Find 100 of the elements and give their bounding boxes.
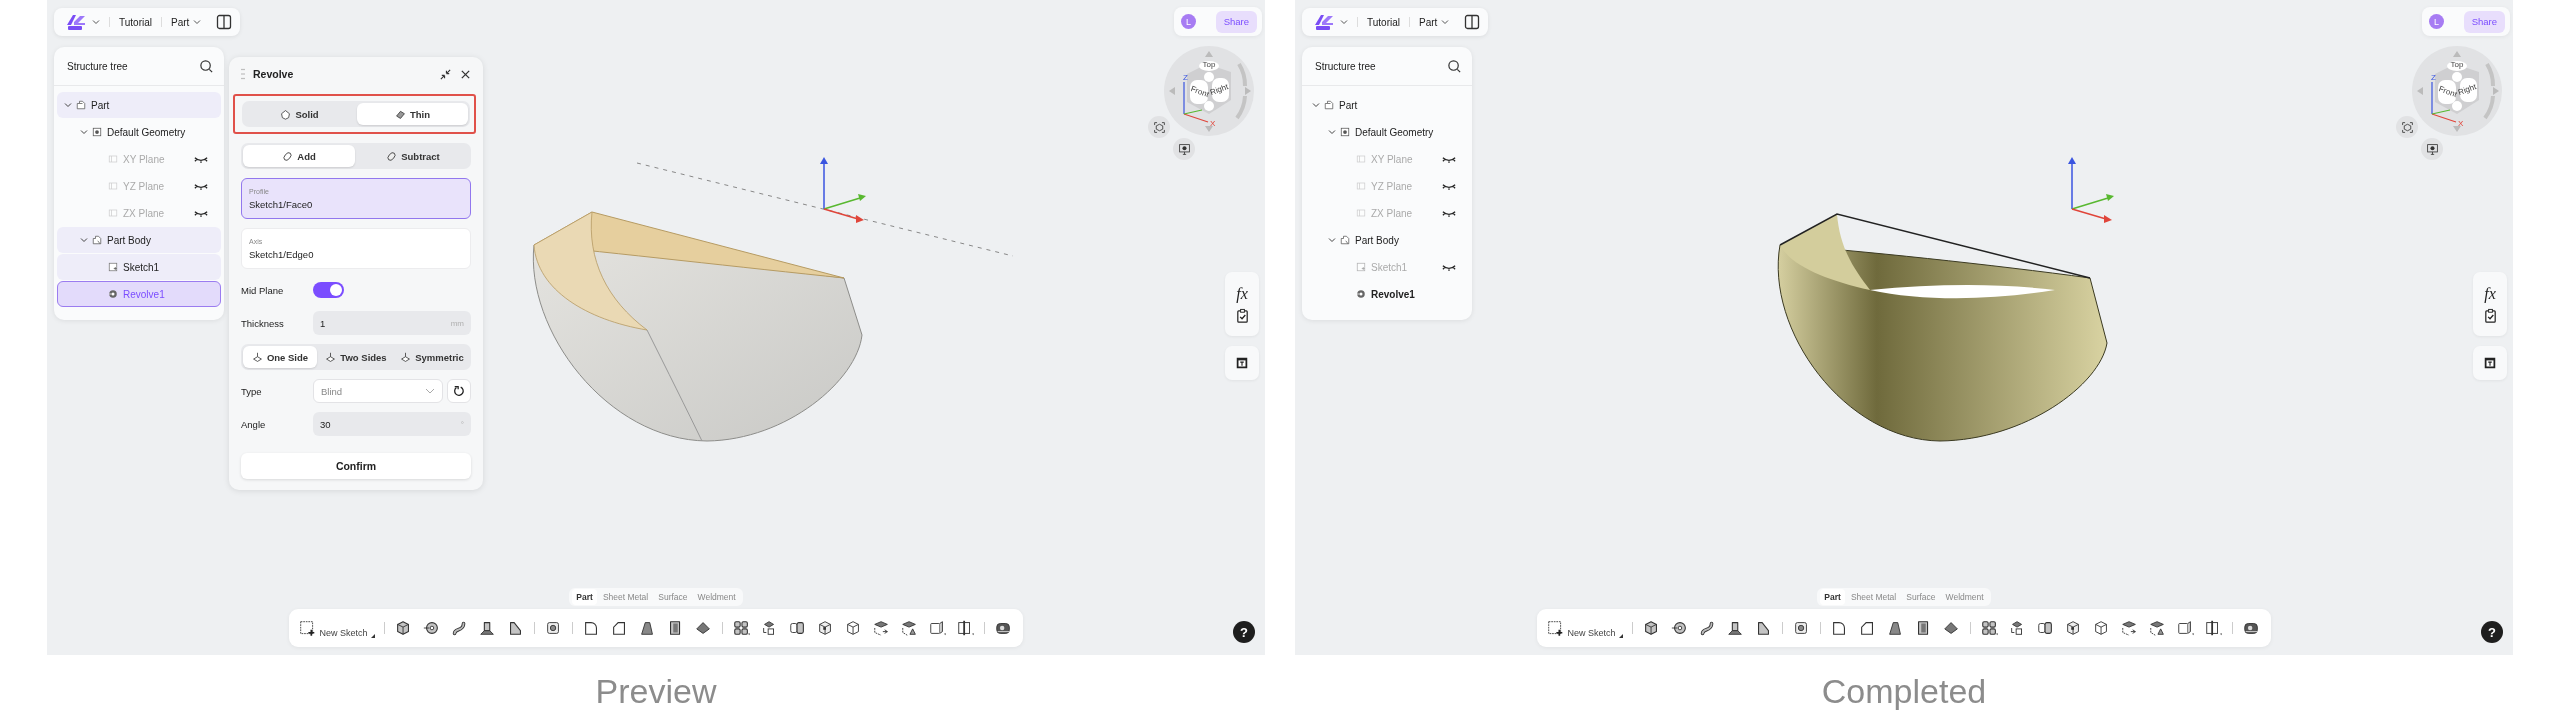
tree-item-label: YZ Plane [1371,180,1413,192]
tree-item[interactable]: Revolve1 [57,281,221,307]
closed-eye-icon[interactable] [1442,154,1456,164]
search-icon[interactable] [199,58,214,74]
tree-item[interactable]: Part Body [57,227,221,253]
tree-item[interactable]: Default Geometry [1305,119,1469,145]
plane-icon [107,207,119,219]
panel-icon[interactable] [2483,356,2497,370]
tree-item-label: ZX Plane [1371,207,1413,219]
help-button[interactable]: ? [2481,621,2503,643]
closed-eye-icon[interactable] [1442,208,1456,218]
logo-icon[interactable] [65,13,87,31]
tool-button[interactable] [871,619,891,637]
mode-dropdown[interactable]: Part [171,16,202,28]
tool-button[interactable] [421,619,441,637]
tool-button[interactable] [1725,619,1745,637]
chevron-icon[interactable] [80,128,88,136]
cylinder-icon [477,619,497,637]
workbench-tab[interactable]: Part [1820,589,1845,605]
view-cube[interactable] [1187,61,1231,114]
project-name[interactable]: Tutorial [1367,16,1400,28]
tool-button[interactable] [955,619,975,637]
tool-button[interactable] [2119,619,2139,637]
share-button[interactable]: Share [2463,10,2505,33]
tree-item-label: Default Geometry [1355,126,1434,138]
view-cube[interactable] [2435,61,2479,114]
angle-field[interactable]: 30 ° [313,412,471,436]
tool-button[interactable] [2175,619,2195,637]
type-dropdown[interactable]: Blind [313,379,443,403]
fit-view-button[interactable] [2396,116,2418,138]
project-name[interactable]: Tutorial [119,16,152,28]
close-button[interactable] [460,68,471,80]
tool-button[interactable] [2147,619,2167,637]
formula-button[interactable]: fx [2484,285,2496,302]
drag-handle-icon[interactable] [241,68,245,80]
segment-tab[interactable]: Symmetric [395,346,469,368]
workbench-tab[interactable]: Part [572,589,597,605]
body-icon [1339,234,1351,246]
tool-button[interactable] [2203,619,2223,637]
workbench-tab[interactable]: Sheet Metal [598,589,653,605]
reverse-button[interactable] [447,379,471,403]
tool-button[interactable] [899,619,919,637]
segment-tab[interactable]: Add [243,145,355,167]
display-mode-button[interactable] [2421,138,2443,160]
closed-eye-icon[interactable] [1442,262,1456,272]
toggle-switch[interactable] [313,282,344,298]
workbench-tab[interactable]: Sheet Metal [1846,589,1901,605]
clipboard-check-icon[interactable] [2482,307,2498,323]
tool-button[interactable] [1979,619,1999,637]
tree-item[interactable]: Revolve1 [1305,281,1469,307]
workbench-tab[interactable]: Surface [654,589,692,605]
sidebar-toggle-icon[interactable] [216,14,232,30]
search-icon[interactable] [1447,58,1462,74]
tool-button[interactable] [731,619,751,637]
model-drawing[interactable] [1777,213,2108,442]
cube-face-label: Top [1202,60,1216,69]
help-button[interactable]: ? [1233,621,1255,643]
sketch-plus-icon [1547,619,1565,637]
segment-tab[interactable]: Subtract [357,145,469,167]
tree-item[interactable]: Sketch1 [57,254,221,280]
chevron-icon[interactable] [1328,128,1336,136]
collapse-icon[interactable] [439,67,452,81]
new-sketch-button[interactable]: New Sketch [299,618,375,638]
field-label: Type [241,385,263,397]
tool-button[interactable] [2035,619,2055,637]
chevron-icon[interactable] [1312,101,1320,109]
tree-item[interactable]: Default Geometry [57,119,221,145]
sidebar-toggle-icon[interactable] [1464,14,1480,30]
workbench-tab[interactable]: Surface [1902,589,1940,605]
clipboard-check-icon[interactable] [1234,307,1250,323]
chevron-icon[interactable] [1328,236,1336,244]
ring-icon [421,619,441,637]
segment-tab[interactable]: Thin [357,103,468,125]
tool-button[interactable] [787,619,807,637]
closed-eye-icon[interactable] [194,154,208,164]
layers-icon [899,619,919,637]
share-button[interactable]: Share [1215,10,1257,33]
segment-tab[interactable]: One Side [243,346,317,368]
confirm-button[interactable]: Confirm [241,453,471,479]
workbench-tab[interactable]: Weldment [693,589,740,605]
tree-item[interactable]: Part [57,92,221,118]
fit-view-button[interactable] [1148,116,1170,138]
segment-tab[interactable]: Solid [244,103,355,125]
panel-icon[interactable] [1235,356,1249,370]
tree-item[interactable]: Part [1305,92,1469,118]
geometry-icon [91,126,103,138]
formula-button[interactable]: fx [1236,285,1248,302]
logo-icon[interactable] [1313,13,1335,31]
closed-eye-icon[interactable] [1442,181,1456,191]
tool-button[interactable] [477,619,497,637]
tree-item[interactable]: Part Body [1305,227,1469,253]
new-sketch-button[interactable]: New Sketch [1547,618,1623,638]
closed-eye-icon[interactable] [194,208,208,218]
display-mode-button[interactable] [1173,138,1195,160]
closed-eye-icon[interactable] [194,181,208,191]
tool-button[interactable] [927,619,947,637]
tool-button[interactable] [1669,619,1689,637]
segment-tab[interactable]: Two Sides [319,346,393,368]
workbench-tab[interactable]: Weldment [1941,589,1988,605]
mode-dropdown[interactable]: Part [1419,16,1450,28]
